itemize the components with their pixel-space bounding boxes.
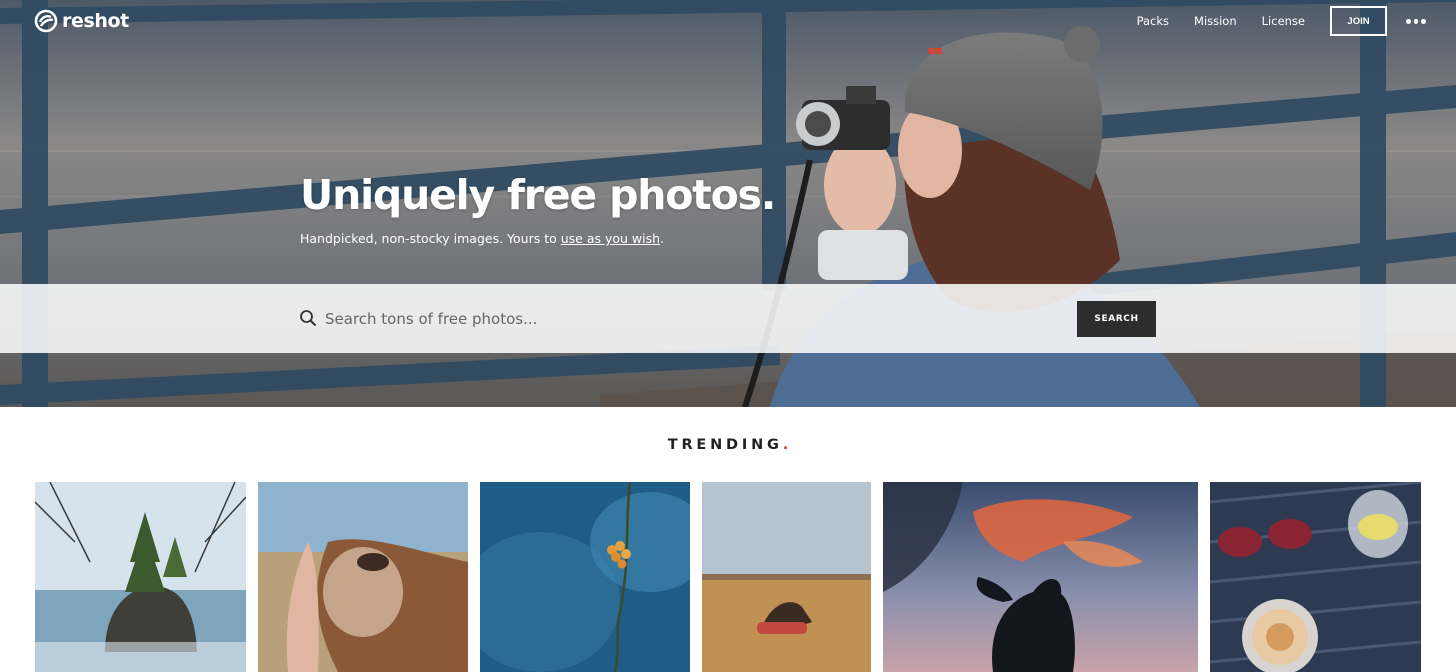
more-dot — [1413, 18, 1419, 24]
photo-person-lying-in-field — [702, 482, 871, 672]
join-button[interactable]: JOIN — [1330, 6, 1387, 36]
hero-banner: reshot Packs Mission License JOIN Unique… — [0, 0, 1456, 407]
nav-link-packs[interactable]: Packs — [1137, 14, 1169, 28]
photo-tile-sunglasses-and-coffee[interactable] — [1210, 482, 1421, 672]
photo-hand-and-camel — [258, 482, 468, 672]
reshot-logo-icon — [34, 9, 58, 33]
search-icon — [300, 310, 316, 326]
photo-tile-orange-berries-on-branch[interactable] — [480, 482, 690, 672]
photo-silhouette-at-sunset — [883, 482, 1198, 672]
photo-tile-silhouette-at-sunset[interactable] — [883, 482, 1198, 672]
photo-trees-on-rock-island — [35, 482, 246, 672]
trending-label: TRENDING — [667, 437, 783, 453]
hero-subline-period: . — [660, 231, 665, 246]
nav-link-mission[interactable]: Mission — [1194, 14, 1237, 28]
reshot-logo[interactable]: reshot — [34, 9, 129, 33]
more-horizontal-icon[interactable] — [1406, 18, 1427, 24]
brand-name: reshot — [62, 10, 129, 32]
use-as-you-wish-link[interactable]: use as you wish — [561, 231, 660, 246]
trending-dot: . — [782, 437, 789, 453]
hero-subline-text: Handpicked, non-stocky images. Yours to — [300, 231, 561, 246]
hero-headline: Uniquely free photos. — [300, 171, 776, 219]
search-button[interactable]: SEARCH — [1077, 301, 1156, 337]
search-input[interactable] — [325, 305, 1055, 332]
photo-tile-hand-and-camel[interactable] — [258, 482, 468, 672]
photo-tile-person-lying-in-field[interactable] — [702, 482, 871, 672]
photo-tile-trees-on-rock-island[interactable] — [35, 482, 246, 672]
more-dot — [1406, 18, 1411, 24]
trending-heading: TRENDING. — [0, 437, 1456, 453]
photo-orange-berries-on-branch — [480, 482, 690, 672]
photo-sunglasses-and-coffee — [1210, 482, 1421, 672]
nav-link-license[interactable]: License — [1262, 14, 1305, 28]
hero-subline: Handpicked, non-stocky images. Yours to … — [300, 231, 664, 246]
more-dot — [1421, 18, 1427, 24]
top-navigation: Packs Mission License JOIN — [1137, 0, 1456, 42]
